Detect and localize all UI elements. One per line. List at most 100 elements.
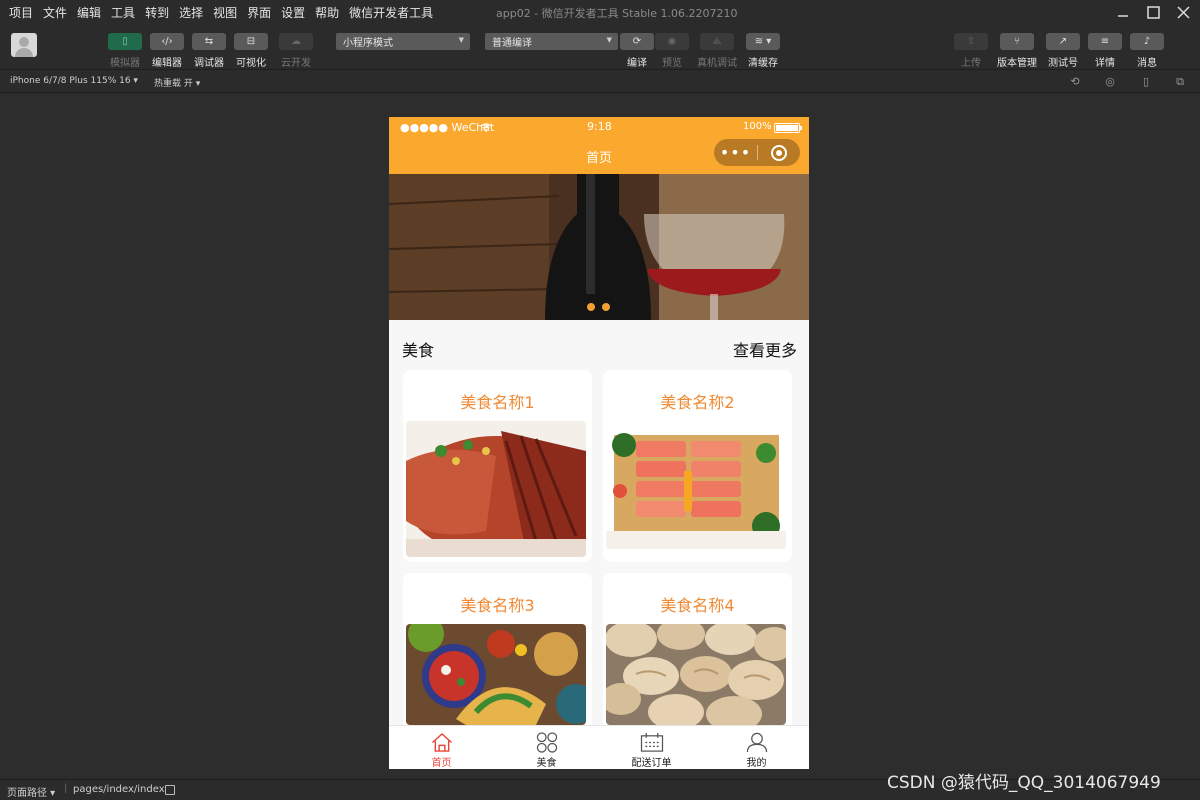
record-icon[interactable]: ◎ (1103, 75, 1117, 89)
chevron-down-icon: ▼ (458, 36, 464, 44)
tab-home[interactable]: 首页 (389, 726, 494, 769)
food-card[interactable]: 美食名称2 (603, 370, 792, 562)
menu-devtools[interactable]: 微信开发者工具 (344, 4, 438, 21)
tab-bar: 首页 美食 配送订单 我的 (389, 725, 809, 769)
phone-icon: ▯ (108, 33, 142, 50)
food-image (606, 624, 786, 725)
bell-icon: ♪ (1130, 33, 1164, 50)
food-image (406, 624, 586, 725)
menu-help[interactable]: 帮助 (310, 4, 344, 21)
editor-label: 编辑器 (152, 58, 182, 69)
compile-button[interactable]: ⟳ 编译 (619, 33, 655, 69)
avatar[interactable] (11, 33, 37, 57)
messages-button[interactable]: ♪ 消息 (1129, 33, 1165, 69)
hot-reload-toggle[interactable]: 热重载 开 ▾ (154, 76, 200, 89)
device-icon[interactable]: ▯ (1139, 75, 1153, 89)
menu-file[interactable]: 文件 (38, 4, 72, 21)
upload-icon: ⇧ (954, 33, 988, 50)
compile-label: 编译 (627, 58, 647, 69)
code-icon: ‹/› (150, 33, 184, 50)
mode-select-value: 小程序模式 (343, 38, 393, 49)
close-miniprogram-icon[interactable] (758, 144, 800, 161)
branch-icon: ⑂ (1000, 33, 1034, 50)
layers-icon: ≋ ▾ (746, 33, 780, 50)
preview-label: 预览 (662, 58, 682, 69)
cloud-label: 云开发 (281, 58, 311, 69)
tab-orders-label: 配送订单 (631, 758, 672, 769)
calendar-icon (640, 732, 663, 752)
banner-dot[interactable] (602, 303, 610, 311)
user-icon (746, 732, 767, 753)
clear-cache-button[interactable]: ≋ ▾ 清缓存 (745, 33, 781, 69)
grid-icon (536, 732, 557, 753)
phone-simulator: ●●●●● WeChat 9:18 100% 首页 ••• 美食 查看更多 美食… (389, 117, 809, 769)
toolbar: ▯ 模拟器 ‹/› 编辑器 ⇆ 调试器 ⊟ 可视化 ☁ 云开发 小程序模式 ▼ … (0, 24, 1200, 70)
menu-project[interactable]: 项目 (0, 4, 38, 21)
mode-select[interactable]: 小程序模式 ▼ (336, 33, 470, 50)
menu-tools[interactable]: 工具 (106, 4, 140, 21)
cloud-button[interactable]: ☁ 云开发 (278, 33, 314, 69)
tab-food[interactable]: 美食 (494, 726, 599, 769)
device-debug-button[interactable]: ⟁ 真机调试 (697, 33, 737, 69)
menu-view[interactable]: 视图 (208, 4, 242, 21)
refresh-icon: ⟳ (620, 33, 654, 50)
rotate-icon[interactable]: ⟲ (1068, 75, 1082, 89)
debugger-button[interactable]: ⇆ 调试器 (191, 33, 227, 69)
status-time: 9:18 (587, 120, 612, 133)
upload-button[interactable]: ⇧ 上传 (953, 33, 989, 69)
tab-orders[interactable]: 配送订单 (599, 726, 704, 769)
more-icon[interactable]: ••• (714, 139, 757, 166)
detach-window-icon[interactable]: ⧉ (1173, 75, 1187, 89)
test-account-button[interactable]: ↗ 测试号 (1045, 33, 1081, 69)
external-link-icon: ↗ (1046, 33, 1080, 50)
upload-label: 上传 (961, 58, 981, 69)
minimize-icon[interactable] (1108, 3, 1138, 21)
section-title: 美食 (402, 341, 435, 360)
tab-home-label: 首页 (431, 758, 452, 769)
device-select[interactable]: iPhone 6/7/8 Plus 115% 16 ▾ (10, 76, 138, 86)
close-icon[interactable] (1168, 3, 1198, 21)
details-button[interactable]: ≡ 详情 (1087, 33, 1123, 69)
clear-cache-label: 清缓存 (748, 58, 778, 69)
banner-indicator (587, 303, 610, 311)
layout-icon: ⊟ (234, 33, 268, 50)
menu-interface[interactable]: 界面 (242, 4, 276, 21)
debugger-label: 调试器 (194, 58, 224, 69)
compile-select[interactable]: 普通编译 ▼ (485, 33, 618, 50)
page-path: pages/index/index (73, 784, 165, 795)
simulator-label: 模拟器 (110, 58, 140, 69)
version-button[interactable]: ⑂ 版本管理 (997, 33, 1037, 69)
menu-select[interactable]: 选择 (174, 4, 208, 21)
watermark: CSDN @猿代码_QQ_3014067949 (887, 773, 1161, 793)
maximize-icon[interactable] (1138, 3, 1168, 21)
view-more-link[interactable]: 查看更多 (733, 337, 797, 361)
wifi-icon (480, 122, 492, 135)
food-name: 美食名称2 (660, 393, 735, 412)
window-title: app02 - 微信开发者工具 Stable 1.06.2207210 (496, 7, 738, 20)
test-account-label: 测试号 (1048, 58, 1078, 69)
copy-icon[interactable] (165, 785, 175, 795)
tab-profile-label: 我的 (746, 758, 767, 769)
preview-button[interactable]: ◉ 预览 (654, 33, 690, 69)
capsule-menu: ••• (714, 139, 800, 166)
messages-label: 消息 (1137, 58, 1157, 69)
cloud-icon: ☁ (279, 33, 313, 50)
editor-button[interactable]: ‹/› 编辑器 (149, 33, 185, 69)
navigation-bar: ●●●●● WeChat 9:18 100% 首页 ••• (389, 117, 809, 174)
food-image (606, 431, 786, 549)
menu-goto[interactable]: 转到 (140, 4, 174, 21)
food-card[interactable]: 美食名称1 (403, 370, 592, 562)
status-bar: ●●●●● WeChat 9:18 100% (389, 117, 809, 137)
banner-swiper[interactable] (389, 174, 809, 320)
tab-food-label: 美食 (536, 758, 557, 769)
page-path-select[interactable]: 页面路径 ▾ (7, 784, 55, 799)
compile-select-value: 普通编译 (492, 38, 532, 49)
visual-button[interactable]: ⊟ 可视化 (233, 33, 269, 69)
tab-profile[interactable]: 我的 (704, 726, 809, 769)
banner-dot[interactable] (587, 303, 595, 311)
simulator-button[interactable]: ▯ 模拟器 (107, 33, 143, 69)
visual-label: 可视化 (236, 58, 266, 69)
menu-edit[interactable]: 编辑 (72, 4, 106, 21)
menu-settings[interactable]: 设置 (276, 4, 310, 21)
details-label: 详情 (1095, 58, 1115, 69)
